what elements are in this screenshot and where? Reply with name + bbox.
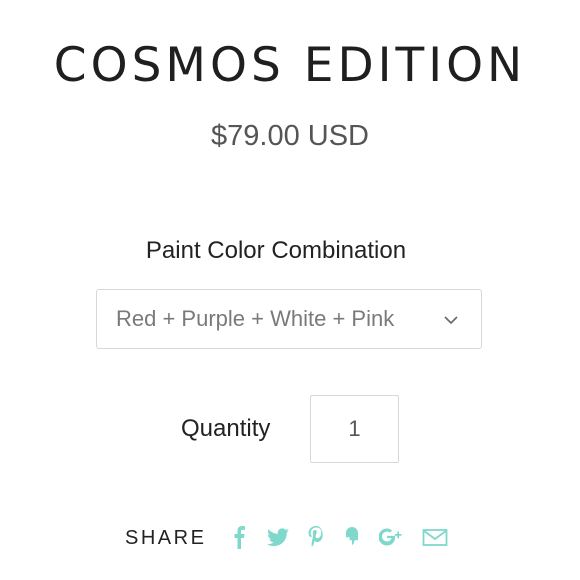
email-icon[interactable] [422,524,448,550]
paint-color-select[interactable]: Red + Purple + White + Pink [96,289,482,349]
google-plus-icon[interactable] [379,524,403,550]
paint-color-selected-value: Red + Purple + White + Pink [116,306,395,331]
fancy-icon[interactable] [343,524,361,550]
quantity-input[interactable]: 1 [310,395,399,463]
product-title: COSMOS EDITION [53,38,527,93]
share-bar: SHARE [0,520,580,556]
twitter-icon[interactable] [266,524,290,550]
quantity-label: Quantity [181,415,271,442]
paint-color-label: Paint Color Combination [145,237,407,264]
facebook-icon[interactable] [232,524,246,550]
product-price: $79.00 USD [211,120,369,152]
pinterest-icon[interactable] [306,524,326,550]
share-label: SHARE [125,527,207,549]
chevron-down-icon [444,312,458,325]
